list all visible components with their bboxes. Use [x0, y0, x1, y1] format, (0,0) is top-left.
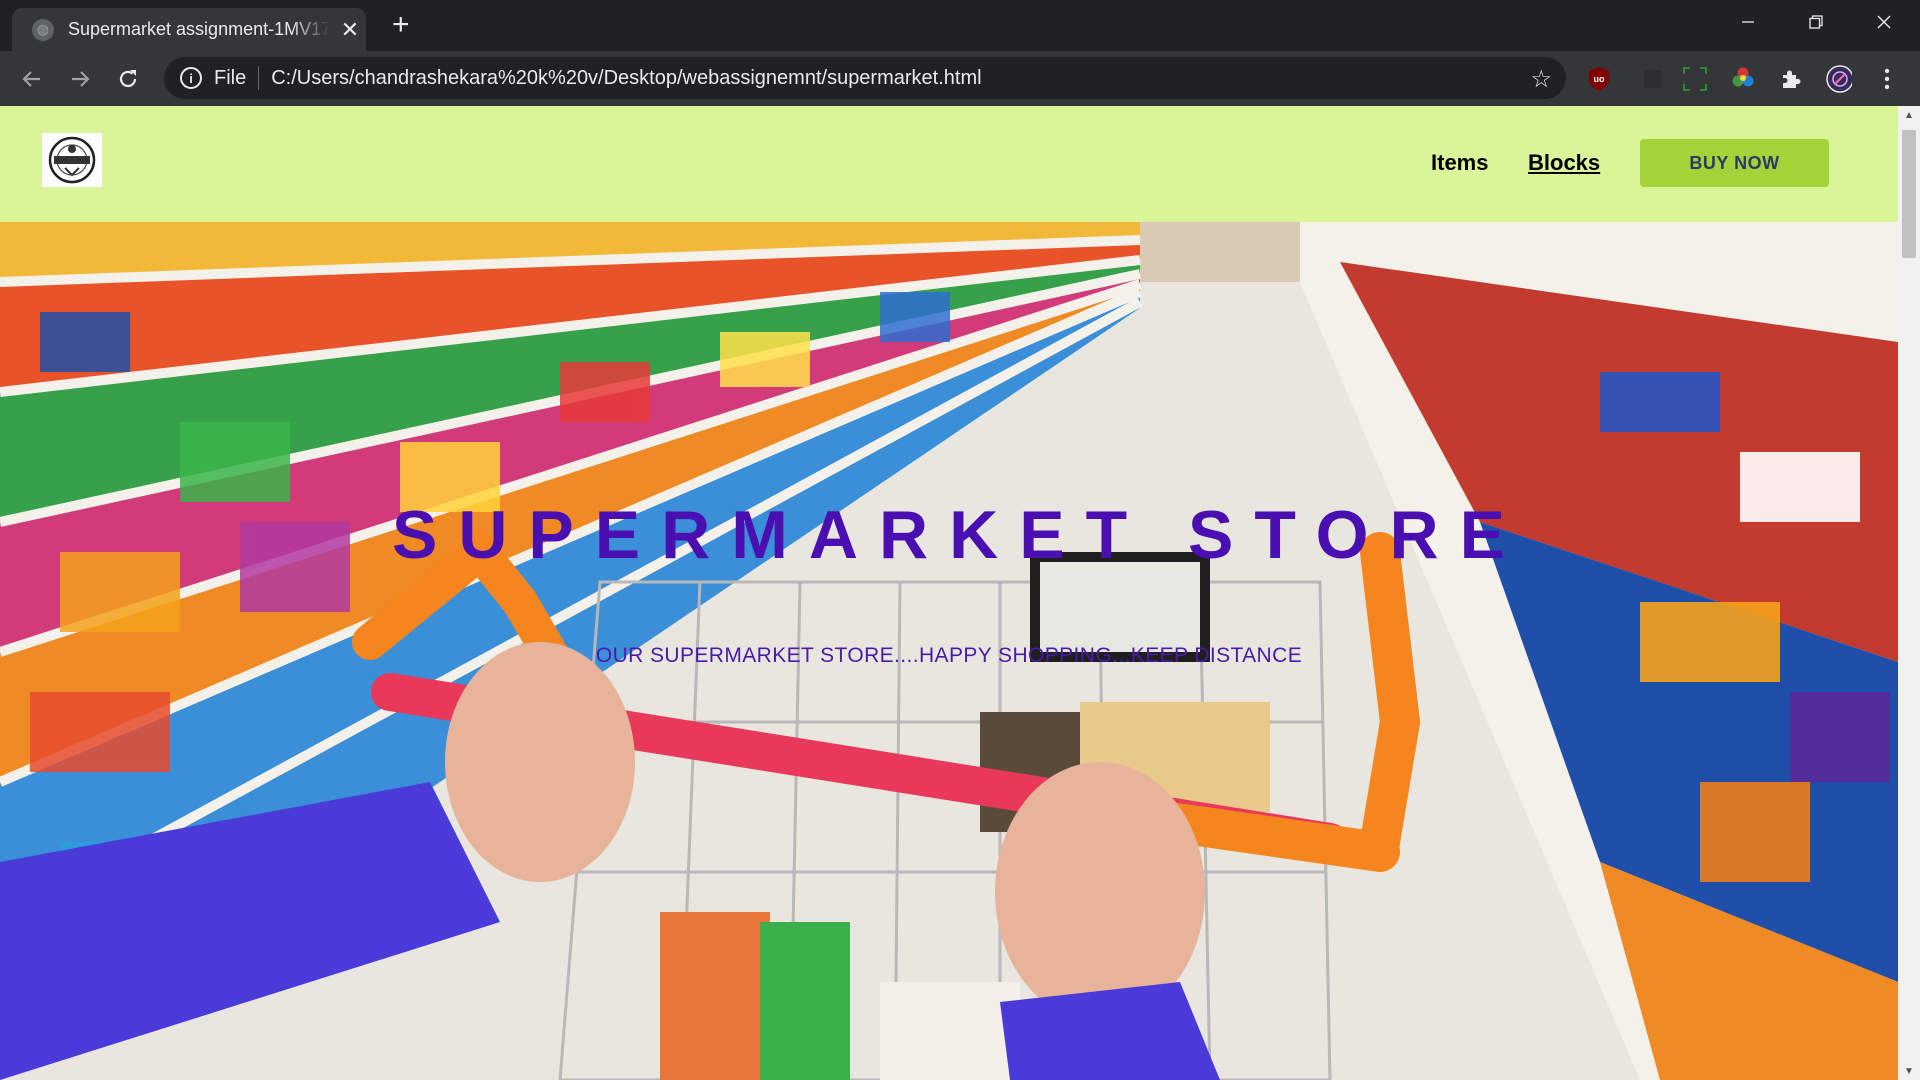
- buy-now-button[interactable]: BUY NOW: [1640, 139, 1829, 187]
- globe-icon: ◍: [32, 18, 54, 41]
- college-seal-logo: [48, 136, 96, 184]
- hero-section: SUPERMARKET STORE OUR SUPERMARKET STORE.…: [0, 222, 1898, 1080]
- back-button[interactable]: [16, 63, 48, 95]
- extension-dark-icon[interactable]: [1640, 66, 1666, 92]
- url-text[interactable]: C:/Users/chandrashekara%20k%20v/Desktop/…: [271, 67, 981, 90]
- nav-link-blocks[interactable]: Blocks: [1528, 150, 1600, 176]
- address-bar[interactable]: i File C:/Users/chandrashekara%20k%20v/D…: [164, 57, 1566, 99]
- bookmark-star-icon[interactable]: ☆: [1530, 65, 1552, 94]
- minimize-icon: [1742, 21, 1754, 23]
- restore-icon: [1809, 15, 1823, 29]
- arrow-right-icon: [72, 71, 90, 87]
- color-picker-extension-icon[interactable]: [1730, 66, 1756, 92]
- ublock-extension-icon[interactable]: uo: [1586, 66, 1612, 92]
- close-window-button[interactable]: [1852, 0, 1916, 44]
- page-scrollbar[interactable]: ▲ ▼: [1898, 106, 1920, 1080]
- scroll-down-arrow-icon[interactable]: ▼: [1898, 1062, 1920, 1080]
- browser-tab-active[interactable]: ◍ Supermarket assignment-1MV17 ✕: [12, 8, 366, 51]
- tab-close-button[interactable]: ✕: [338, 17, 362, 42]
- scheme-label: File: [214, 66, 247, 89]
- extensions-puzzle-icon[interactable]: [1778, 66, 1804, 92]
- ublock-badge-text: uo: [1594, 74, 1605, 84]
- restore-window-button[interactable]: [1784, 0, 1848, 44]
- close-icon: [1877, 15, 1891, 29]
- browser-menu-kebab-icon[interactable]: [1874, 66, 1900, 92]
- scroll-up-arrow-icon[interactable]: ▲: [1898, 106, 1920, 124]
- screenshot-extension-icon[interactable]: [1682, 66, 1708, 92]
- tab-title: Supermarket assignment-1MV17: [68, 19, 330, 39]
- info-icon[interactable]: i: [180, 67, 202, 89]
- site-logo[interactable]: [42, 133, 102, 187]
- profile-avatar-icon[interactable]: [1826, 65, 1852, 93]
- reload-button[interactable]: [112, 63, 144, 95]
- arrow-left-icon: [22, 71, 40, 87]
- scrollbar-thumb[interactable]: [1902, 130, 1916, 258]
- new-tab-button[interactable]: +: [392, 10, 410, 40]
- omnibox-divider: [258, 66, 260, 90]
- hero-title: SUPERMARKET STORE: [391, 497, 1527, 573]
- nav-link-items[interactable]: Items: [1431, 150, 1488, 176]
- hero-subtitle: OUR SUPERMARKET STORE....HAPPY SHOPPING.…: [595, 644, 1303, 667]
- forward-button[interactable]: [64, 63, 96, 95]
- minimize-window-button[interactable]: [1716, 0, 1780, 44]
- page-viewport: Items Blocks BUY NOW SUPERMARKET STORE O…: [0, 106, 1920, 1080]
- browser-toolbar: i File C:/Users/chandrashekara%20k%20v/D…: [0, 51, 1920, 106]
- browser-titlebar: ◍ Supermarket assignment-1MV17 ✕ +: [0, 0, 1920, 51]
- reload-icon: [119, 70, 137, 88]
- site-navbar: Items Blocks BUY NOW: [0, 106, 1898, 222]
